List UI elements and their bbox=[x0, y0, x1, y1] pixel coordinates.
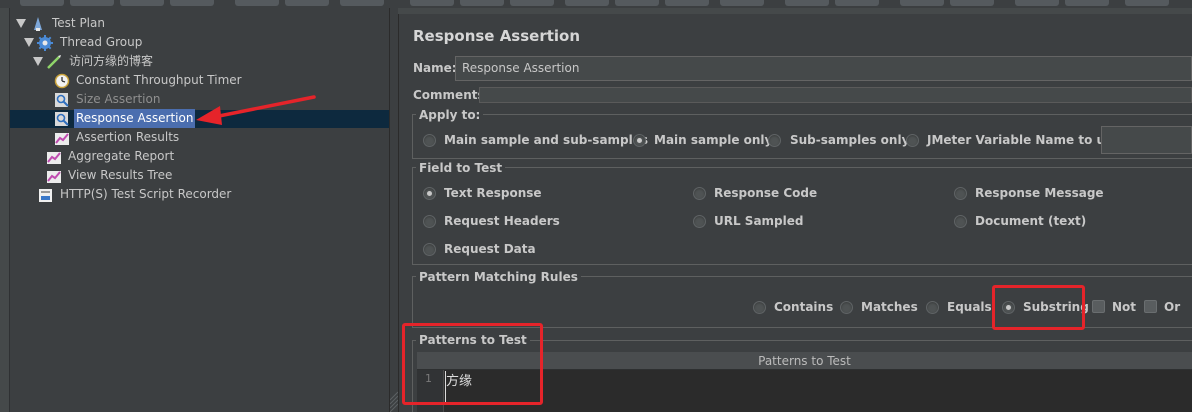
rule-or-label: Or bbox=[1164, 300, 1181, 314]
line-number: 1 bbox=[425, 372, 432, 385]
apply-sub-only-radio[interactable] bbox=[768, 134, 781, 147]
apply-main-and-sub-radio[interactable] bbox=[423, 134, 436, 147]
toolbar bbox=[0, 0, 1192, 8]
comments-label: Comments: bbox=[413, 88, 490, 102]
field-response-message-label: Response Message bbox=[975, 186, 1104, 200]
apply-jmeter-variable-radio[interactable] bbox=[906, 134, 919, 147]
name-input[interactable]: Response Assertion bbox=[455, 56, 1192, 81]
toolbar-button[interactable] bbox=[20, 0, 64, 6]
rule-equals-radio[interactable] bbox=[926, 301, 939, 314]
expand-triangle-icon[interactable] bbox=[33, 57, 43, 66]
field-response-message-radio[interactable] bbox=[954, 187, 967, 200]
tree-node-label: Test Plan bbox=[52, 16, 105, 30]
expand-triangle-icon[interactable] bbox=[24, 38, 34, 47]
toolbar-button[interactable] bbox=[785, 0, 829, 6]
toolbar-button[interactable] bbox=[1015, 0, 1059, 6]
field-request-headers-radio[interactable] bbox=[423, 215, 436, 228]
tree-scroll-edge bbox=[0, 8, 10, 412]
expand-triangle-icon[interactable] bbox=[16, 19, 26, 28]
toolbar-button[interactable] bbox=[665, 0, 709, 6]
apply-sub-only-label: Sub-samples only bbox=[790, 133, 910, 147]
patterns-to-test-title: Patterns to Test bbox=[416, 333, 530, 347]
toolbar-button[interactable] bbox=[410, 0, 454, 6]
field-request-data-label: Request Data bbox=[444, 242, 536, 256]
listener-icon bbox=[47, 152, 61, 164]
toolbar-button[interactable] bbox=[615, 0, 659, 6]
rule-substring-radio[interactable] bbox=[1002, 301, 1015, 314]
toolbar-button[interactable] bbox=[170, 0, 214, 6]
toolbar-button[interactable] bbox=[565, 0, 609, 6]
tree-node-label: Assertion Results bbox=[76, 130, 180, 144]
toolbar-button[interactable] bbox=[720, 0, 764, 6]
field-request-data-radio[interactable] bbox=[423, 243, 436, 256]
tree-node-label: View Results Tree bbox=[68, 168, 173, 182]
field-to-test-title: Field to Test bbox=[416, 161, 506, 175]
rule-substring-label: Substring bbox=[1023, 300, 1089, 314]
test-plan-icon bbox=[34, 17, 42, 31]
toolbar-button[interactable] bbox=[900, 0, 944, 6]
toolbar-button[interactable] bbox=[340, 0, 384, 6]
toolbar-button[interactable] bbox=[1125, 0, 1169, 6]
apply-to-title: Apply to: bbox=[416, 108, 484, 122]
toolbar-button[interactable] bbox=[460, 0, 504, 6]
field-url-sampled-radio[interactable] bbox=[693, 215, 706, 228]
apply-main-only-label: Main sample only bbox=[654, 133, 773, 147]
pattern-row[interactable]: 方缘 bbox=[446, 370, 472, 389]
jmeter-variable-input[interactable] bbox=[1101, 126, 1192, 154]
toolbar-button[interactable] bbox=[1065, 0, 1109, 6]
gear-icon bbox=[37, 35, 53, 51]
toolbar-button[interactable] bbox=[950, 0, 994, 6]
field-document-text-label: Document (text) bbox=[975, 214, 1087, 228]
rule-equals-label: Equals bbox=[947, 300, 992, 314]
field-url-sampled-label: URL Sampled bbox=[714, 214, 804, 228]
page-title: Response Assertion bbox=[413, 27, 581, 45]
tree-node-label: HTTP(S) Test Script Recorder bbox=[60, 187, 232, 201]
recorder-icon bbox=[39, 189, 52, 202]
tree-node-label: Response Assertion bbox=[74, 109, 196, 128]
tree-node-label: Aggregate Report bbox=[68, 149, 175, 163]
toolbar-button[interactable] bbox=[510, 0, 554, 6]
name-label: Name: bbox=[413, 61, 457, 75]
assertion-icon bbox=[55, 93, 69, 107]
apply-main-only-radio[interactable] bbox=[633, 134, 646, 147]
field-response-code-label: Response Code bbox=[714, 186, 818, 200]
field-request-headers-label: Request Headers bbox=[444, 214, 560, 228]
splitter-handle[interactable] bbox=[390, 380, 398, 412]
rule-or-checkbox[interactable] bbox=[1144, 300, 1157, 313]
pattern-matching-rules-title: Pattern Matching Rules bbox=[416, 270, 581, 284]
toolbar-button[interactable] bbox=[285, 0, 329, 6]
apply-main-and-sub-label: Main sample and sub-samples bbox=[444, 133, 649, 147]
field-document-text-radio[interactable] bbox=[954, 215, 967, 228]
timer-icon bbox=[54, 73, 70, 89]
field-text-response-radio[interactable] bbox=[423, 187, 436, 200]
apply-jmeter-variable-label: JMeter Variable Name to use bbox=[927, 133, 1121, 147]
tree-node-label: Constant Throughput Timer bbox=[76, 73, 242, 87]
field-response-code-radio[interactable] bbox=[693, 187, 706, 200]
toolbar-button[interactable] bbox=[235, 0, 279, 6]
toolbar-button[interactable] bbox=[835, 0, 879, 6]
assertion-icon bbox=[55, 112, 69, 126]
comments-field[interactable] bbox=[479, 87, 1192, 103]
toolbar-button[interactable] bbox=[120, 0, 164, 6]
panel-top-edge bbox=[398, 8, 1192, 14]
http-sampler-icon bbox=[47, 55, 61, 69]
tree-node-label: Size Assertion bbox=[76, 92, 161, 106]
rule-contains-radio[interactable] bbox=[753, 301, 766, 314]
tree-node-label: Thread Group bbox=[60, 35, 143, 49]
rule-contains-label: Contains bbox=[774, 300, 834, 314]
listener-icon bbox=[55, 133, 69, 145]
rule-matches-label: Matches bbox=[861, 300, 918, 314]
patterns-column-header[interactable]: Patterns to Test bbox=[417, 352, 1192, 370]
patterns-editor[interactable] bbox=[417, 370, 1192, 412]
rule-not-label: Not bbox=[1112, 300, 1137, 314]
text-caret bbox=[445, 371, 446, 403]
field-text-response-label: Text Response bbox=[444, 186, 542, 200]
listener-icon bbox=[47, 171, 61, 183]
toolbar-button[interactable] bbox=[70, 0, 114, 6]
tree-node-label: 访问方缘的博客 bbox=[69, 54, 154, 68]
rule-not-checkbox[interactable] bbox=[1092, 300, 1105, 313]
rule-matches-radio[interactable] bbox=[840, 301, 853, 314]
